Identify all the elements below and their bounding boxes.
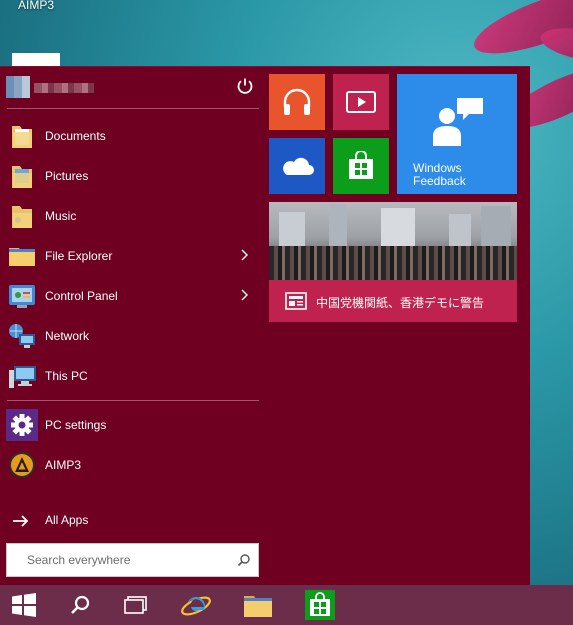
headphones-icon bbox=[283, 88, 311, 115]
music-folder-icon bbox=[12, 206, 32, 228]
power-icon[interactable] bbox=[236, 77, 254, 95]
store-button[interactable] bbox=[296, 585, 344, 625]
start-menu-left-pane: Documents Pictures Music File Explorer C… bbox=[0, 67, 265, 586]
start-item-aimp3[interactable]: AIMP3 bbox=[0, 447, 265, 483]
gear-icon bbox=[6, 409, 38, 441]
start-item-label: File Explorer bbox=[45, 249, 113, 263]
feedback-tile-label: Windows Feedback bbox=[413, 161, 466, 188]
start-item-label: Documents bbox=[45, 129, 106, 143]
task-view-icon bbox=[124, 596, 147, 614]
start-item-control-panel[interactable]: Control Panel bbox=[0, 278, 265, 314]
store-tile[interactable] bbox=[333, 138, 389, 194]
start-item-pictures[interactable]: Pictures bbox=[0, 158, 265, 194]
news-icon bbox=[285, 292, 307, 310]
desktop-shortcut-label[interactable]: AIMP3 bbox=[18, 0, 54, 12]
start-item-label: Control Panel bbox=[45, 289, 118, 303]
start-menu: Documents Pictures Music File Explorer C… bbox=[0, 66, 530, 585]
file-explorer-icon bbox=[244, 596, 272, 617]
news-headline: 中国党機関紙、香港デモに警告 bbox=[316, 296, 485, 310]
search-icon[interactable] bbox=[237, 553, 251, 567]
start-item-label: AIMP3 bbox=[45, 458, 82, 472]
start-item-file-explorer[interactable]: File Explorer bbox=[0, 238, 265, 274]
search-icon bbox=[71, 595, 90, 614]
network-icon bbox=[9, 324, 35, 348]
video-player-icon bbox=[346, 91, 376, 113]
chevron-right-icon[interactable] bbox=[240, 288, 250, 302]
arrow-right-icon bbox=[13, 515, 29, 527]
onedrive-tile[interactable] bbox=[269, 138, 325, 194]
windows-logo-icon bbox=[12, 593, 36, 617]
user-account[interactable] bbox=[6, 76, 256, 98]
start-item-pc-settings[interactable]: PC settings bbox=[0, 407, 265, 443]
news-tile[interactable]: 中国党機関紙、香港デモに警告 bbox=[269, 202, 517, 322]
start-item-label: Pictures bbox=[45, 169, 89, 183]
music-tile[interactable] bbox=[269, 74, 325, 130]
search-box[interactable] bbox=[6, 543, 259, 577]
store-bag-icon bbox=[349, 151, 373, 179]
internet-explorer-button[interactable] bbox=[172, 585, 220, 625]
start-item-network[interactable]: Network bbox=[0, 318, 265, 354]
video-tile[interactable] bbox=[333, 74, 389, 130]
taskbar bbox=[0, 585, 573, 625]
start-item-label: Network bbox=[45, 329, 90, 343]
start-item-label: PC settings bbox=[45, 418, 107, 432]
internet-explorer-icon bbox=[181, 596, 211, 616]
task-view-button[interactable] bbox=[112, 585, 160, 625]
start-item-label: Music bbox=[45, 209, 77, 223]
user-avatar bbox=[6, 76, 30, 98]
start-item-music[interactable]: Music bbox=[0, 198, 265, 234]
store-bag-icon bbox=[305, 590, 335, 620]
pictures-folder-icon bbox=[12, 166, 32, 188]
user-name-blurred bbox=[34, 83, 94, 93]
start-item-this-pc[interactable]: This PC bbox=[0, 358, 265, 394]
documents-folder-icon bbox=[12, 126, 32, 148]
windows-feedback-tile[interactable]: Windows Feedback bbox=[397, 74, 517, 194]
news-photo bbox=[269, 202, 517, 280]
aimp-icon bbox=[9, 452, 35, 478]
divider bbox=[7, 400, 259, 401]
news-caption-bar: 中国党機関紙、香港デモに警告 bbox=[269, 280, 517, 322]
search-input[interactable] bbox=[27, 550, 227, 570]
taskbar-search-button[interactable] bbox=[56, 585, 104, 625]
start-button[interactable] bbox=[0, 585, 48, 625]
all-apps-label: All Apps bbox=[45, 513, 89, 527]
feedback-person-icon bbox=[433, 98, 483, 146]
this-pc-icon bbox=[9, 366, 36, 388]
desktop-shortcut-icon[interactable] bbox=[12, 53, 60, 67]
file-explorer-button[interactable] bbox=[234, 585, 282, 625]
cloud-icon bbox=[283, 157, 314, 175]
divider bbox=[7, 108, 259, 109]
all-apps-button[interactable]: All Apps bbox=[0, 502, 265, 538]
start-item-label: This PC bbox=[45, 369, 88, 383]
control-panel-icon bbox=[9, 285, 35, 308]
chevron-right-icon[interactable] bbox=[240, 248, 250, 262]
start-item-documents[interactable]: Documents bbox=[0, 118, 265, 154]
file-explorer-icon bbox=[9, 248, 35, 266]
